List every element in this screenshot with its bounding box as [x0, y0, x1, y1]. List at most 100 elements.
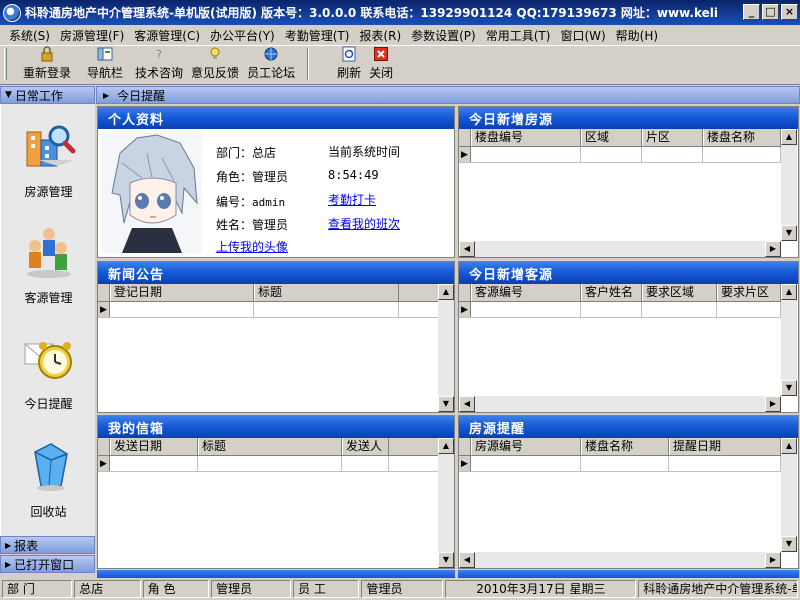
profile-id: 编号：admin	[216, 193, 285, 210]
scroll-left-icon[interactable]: ◀	[459, 241, 475, 257]
feedback-label: 意见反馈	[191, 66, 240, 80]
menu-settings[interactable]: 参数设置(P)	[406, 27, 481, 44]
status-staff-value: 管理员	[361, 580, 444, 598]
news-title: 新闻公告	[98, 262, 454, 284]
menu-office[interactable]: 办公平台(Y)	[205, 27, 280, 44]
menu-window[interactable]: 窗口(W)	[555, 27, 610, 44]
lightbulb-icon	[207, 46, 223, 62]
minimize-button[interactable]: _	[743, 4, 760, 20]
sidebar-header[interactable]: ▼ 日常工作	[0, 86, 95, 104]
view-shifts-link[interactable]: 查看我的班次	[328, 215, 400, 232]
menu-tools[interactable]: 常用工具(T)	[481, 27, 556, 44]
column-header[interactable]: 区域	[581, 129, 642, 146]
close-window-button[interactable]: ×	[781, 4, 798, 20]
avatar	[102, 133, 202, 253]
new-clients-panel: 今日新增客源 客源编号 客户姓名 要求区域 要求片区 ▶ ▲ ▼ ◀ ▶	[458, 261, 799, 413]
scroll-right-icon[interactable]: ▶	[765, 241, 781, 257]
upload-avatar-link[interactable]: 上传我的头像	[216, 238, 288, 255]
horizontal-scrollbar[interactable]: ◀ ▶	[459, 552, 781, 568]
column-header[interactable]: 楼盘编号	[471, 129, 581, 146]
mailbox-grid[interactable]: 发送日期 标题 发送人 ▶	[98, 438, 438, 568]
maximize-button[interactable]: □	[762, 4, 779, 20]
scroll-left-icon[interactable]: ◀	[459, 396, 475, 412]
column-header[interactable]: 客源编号	[471, 284, 581, 301]
menu-attendance[interactable]: 考勤管理(T)	[280, 27, 355, 44]
column-header[interactable]: 房源编号	[471, 438, 581, 455]
sidebar-reports-tab[interactable]: ▶ 报表	[0, 536, 95, 554]
forum-label: 员工论坛	[247, 66, 296, 80]
vertical-scrollbar[interactable]: ▲ ▼	[438, 438, 454, 568]
column-header[interactable]: 标题	[198, 438, 342, 455]
scroll-up-icon[interactable]: ▲	[438, 438, 454, 454]
scroll-down-icon[interactable]: ▼	[438, 552, 454, 568]
profile-name-value: 管理员	[252, 218, 289, 232]
sidebar-item-reminder[interactable]: 今日提醒	[1, 330, 96, 412]
vertical-scrollbar[interactable]: ▲ ▼	[781, 129, 797, 241]
scroll-up-icon[interactable]: ▲	[781, 438, 797, 454]
scroll-up-icon[interactable]: ▲	[781, 284, 797, 300]
sidebar-item-recycle[interactable]: 回收站	[1, 438, 96, 520]
navigation-icon	[97, 46, 113, 62]
vertical-scrollbar[interactable]: ▲ ▼	[438, 284, 454, 412]
new-clients-grid[interactable]: 客源编号 客户姓名 要求区域 要求片区 ▶	[459, 284, 781, 396]
table-row[interactable]: ▶	[459, 147, 781, 163]
menu-house[interactable]: 房源管理(F)	[55, 27, 129, 44]
menu-system[interactable]: 系统(S)	[4, 27, 55, 44]
column-header[interactable]: 提醒日期	[669, 438, 781, 455]
column-header[interactable]: 发送人	[342, 438, 389, 455]
table-row[interactable]: ▶	[98, 456, 438, 472]
sidebar-item-client[interactable]: 客源管理	[1, 224, 96, 306]
vertical-scrollbar[interactable]: ▲ ▼	[781, 284, 797, 396]
scroll-down-icon[interactable]: ▼	[781, 380, 797, 396]
column-header[interactable]: 发送日期	[110, 438, 198, 455]
column-header[interactable]: 客户姓名	[581, 284, 642, 301]
menu-help[interactable]: 帮助(H)	[611, 27, 663, 44]
sidebar-item-house-label: 房源管理	[24, 185, 73, 199]
column-header[interactable]: 标题	[254, 284, 399, 301]
horizontal-scrollbar[interactable]: ◀ ▶	[459, 241, 781, 257]
expand-icon: ▶	[5, 540, 12, 550]
profile-panel-title: 个人资料	[98, 107, 454, 129]
house-reminder-grid[interactable]: 房源编号 楼盘名称 提醒日期 ▶	[459, 438, 781, 552]
news-grid[interactable]: 登记日期 标题 ▶	[98, 284, 438, 412]
tech-consult-button[interactable]: ? 技术咨询	[131, 46, 187, 81]
forum-button[interactable]: 员工论坛	[243, 46, 299, 81]
sidebar-open-windows-tab[interactable]: ▶ 已打开窗口	[0, 555, 95, 573]
people-icon	[21, 224, 77, 283]
scroll-up-icon[interactable]: ▲	[438, 284, 454, 300]
scroll-down-icon[interactable]: ▼	[438, 396, 454, 412]
scroll-up-icon[interactable]: ▲	[781, 129, 797, 145]
new-houses-grid[interactable]: 楼盘编号 区域 片区 楼盘名称 ▶	[459, 129, 781, 241]
scroll-down-icon[interactable]: ▼	[781, 536, 797, 552]
close-label: 关闭	[369, 66, 394, 80]
table-row[interactable]: ▶	[98, 302, 438, 318]
clock-in-link[interactable]: 考勤打卡	[328, 191, 376, 208]
menu-client[interactable]: 客源管理(C)	[129, 27, 205, 44]
scroll-down-icon[interactable]: ▼	[781, 225, 797, 241]
table-row[interactable]: ▶	[459, 302, 781, 318]
column-header[interactable]: 登记日期	[110, 284, 254, 301]
table-row[interactable]: ▶	[459, 456, 781, 472]
close-button[interactable]: 关闭	[365, 46, 397, 81]
profile-id-label: 编号：	[216, 195, 253, 209]
sidebar-item-house[interactable]: 房源管理	[1, 118, 96, 200]
scroll-right-icon[interactable]: ▶	[765, 552, 781, 568]
refresh-button[interactable]: 刷新	[333, 46, 365, 81]
column-header[interactable]: 楼盘名称	[581, 438, 669, 455]
relogin-button[interactable]: 重新登录	[19, 46, 75, 81]
horizontal-scrollbar[interactable]: ◀ ▶	[459, 396, 781, 412]
navbar-button[interactable]: 导航栏	[83, 46, 127, 81]
menu-reports[interactable]: 报表(R)	[354, 27, 406, 44]
column-header[interactable]: 片区	[642, 129, 703, 146]
app-logo-icon	[3, 3, 21, 22]
column-header[interactable]: 楼盘名称	[703, 129, 781, 146]
column-header[interactable]: 要求区域	[642, 284, 717, 301]
mailbox-title: 我的信箱	[98, 416, 454, 438]
house-reminder-panel: 房源提醒 房源编号 楼盘名称 提醒日期 ▶ ▲ ▼ ◀ ▶	[458, 415, 799, 569]
vertical-scrollbar[interactable]: ▲ ▼	[781, 438, 797, 552]
scroll-left-icon[interactable]: ◀	[459, 552, 475, 568]
feedback-button[interactable]: 意见反馈	[187, 46, 243, 81]
column-header[interactable]: 要求片区	[717, 284, 781, 301]
scroll-right-icon[interactable]: ▶	[765, 396, 781, 412]
toolbar-grip[interactable]	[4, 47, 7, 80]
